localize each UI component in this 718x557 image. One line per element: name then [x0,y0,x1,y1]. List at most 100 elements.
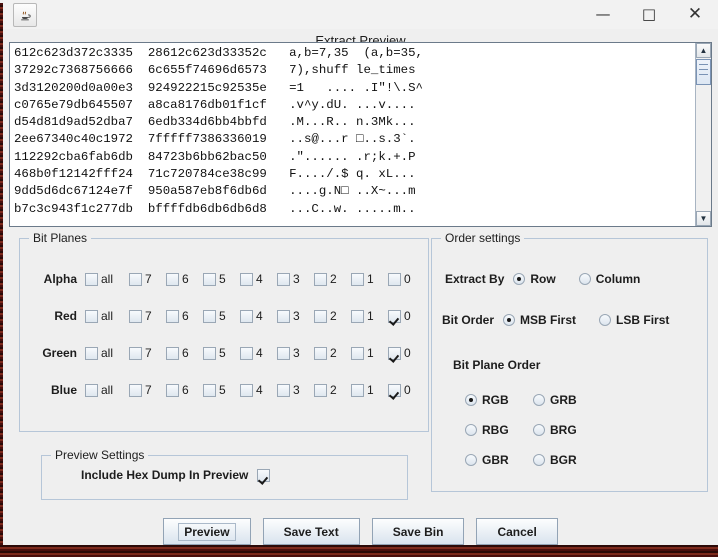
bit-plane-cell-alpha-all[interactable]: all [85,272,129,286]
maximize-button[interactable]: □ [626,0,672,28]
bit-plane-cell-green-2[interactable]: 2 [314,346,351,360]
bit-plane-cell-alpha-7[interactable]: 7 [129,272,166,286]
bit-order-option-msb[interactable]: MSB First [503,313,576,327]
bit-plane-cell-green-5[interactable]: 5 [203,346,240,360]
checkbox-red-all[interactable] [85,309,98,323]
preview-vertical-scrollbar[interactable]: ▲ ▼ [695,43,711,226]
bit-plane-cell-red-5[interactable]: 5 [203,309,240,323]
bit-plane-order-option-rgb[interactable]: RGB [465,393,509,407]
checkbox-green-0[interactable] [388,346,401,360]
bit-plane-cell-red-1[interactable]: 1 [351,309,388,323]
cancel-button[interactable]: Cancel [476,518,558,545]
bit-plane-cell-green-3[interactable]: 3 [277,346,314,360]
checkbox-blue-0[interactable] [388,383,401,397]
bit-plane-cell-blue-7[interactable]: 7 [129,383,166,397]
bit-plane-cell-blue-all[interactable]: all [85,383,129,397]
radio-bit-plane-order-grb[interactable] [533,394,545,406]
bit-plane-cell-alpha-0[interactable]: 0 [388,272,425,286]
bit-plane-cell-blue-4[interactable]: 4 [240,383,277,397]
radio-bit-plane-order-rbg[interactable] [465,424,477,436]
bit-plane-cell-red-7[interactable]: 7 [129,309,166,323]
bit-plane-cell-red-all[interactable]: all [85,309,129,323]
checkbox-green-4[interactable] [240,346,253,360]
bit-plane-cell-green-1[interactable]: 1 [351,346,388,360]
bit-plane-cell-green-7[interactable]: 7 [129,346,166,360]
bit-plane-cell-alpha-5[interactable]: 5 [203,272,240,286]
bit-order-option-lsb[interactable]: LSB First [599,313,669,327]
checkbox-blue-1[interactable] [351,383,364,397]
include-hex-dump-row[interactable]: Include Hex Dump In Preview [81,468,271,482]
radio-bit-plane-order-gbr[interactable] [465,454,477,466]
checkbox-alpha-4[interactable] [240,272,253,286]
checkbox-blue-5[interactable] [203,383,216,397]
checkbox-alpha-3[interactable] [277,272,290,286]
checkbox-alpha-all[interactable] [85,272,98,286]
checkbox-red-2[interactable] [314,309,327,323]
checkbox-red-1[interactable] [351,309,364,323]
checkbox-blue-6[interactable] [166,383,179,397]
bit-plane-order-option-brg[interactable]: BRG [533,423,577,437]
preview-button[interactable]: Preview [163,518,251,545]
checkbox-alpha-2[interactable] [314,272,327,286]
checkbox-red-3[interactable] [277,309,290,323]
bit-plane-cell-alpha-4[interactable]: 4 [240,272,277,286]
bit-plane-cell-green-all[interactable]: all [85,346,129,360]
checkbox-alpha-5[interactable] [203,272,216,286]
bit-plane-order-option-bgr[interactable]: BGR [533,453,577,467]
radio-extract-by-column[interactable] [578,273,591,285]
bit-plane-cell-blue-3[interactable]: 3 [277,383,314,397]
checkbox-green-6[interactable] [166,346,179,360]
bit-plane-cell-blue-0[interactable]: 0 [388,383,425,397]
extract-by-option-column[interactable]: Column [578,272,640,286]
scroll-down-arrow-icon[interactable]: ▼ [696,211,711,226]
bit-plane-order-option-gbr[interactable]: GBR [465,453,509,467]
bit-plane-cell-green-6[interactable]: 6 [166,346,203,360]
checkbox-green-1[interactable] [351,346,364,360]
scrollbar-thumb[interactable] [696,59,711,85]
bit-plane-cell-alpha-2[interactable]: 2 [314,272,351,286]
bit-plane-order-option-grb[interactable]: GRB [533,393,577,407]
bit-plane-order-option-rbg[interactable]: RBG [465,423,509,437]
checkbox-blue-7[interactable] [129,383,142,397]
bit-plane-cell-red-3[interactable]: 3 [277,309,314,323]
bit-plane-cell-alpha-3[interactable]: 3 [277,272,314,286]
checkbox-green-2[interactable] [314,346,327,360]
bit-plane-cell-red-0[interactable]: 0 [388,309,425,323]
bit-plane-cell-red-6[interactable]: 6 [166,309,203,323]
checkbox-alpha-0[interactable] [388,272,401,286]
checkbox-blue-4[interactable] [240,383,253,397]
bit-plane-cell-alpha-6[interactable]: 6 [166,272,203,286]
checkbox-green-5[interactable] [203,346,216,360]
close-button[interactable]: ✕ [672,0,718,28]
save-bin-button[interactable]: Save Bin [371,518,465,545]
bit-plane-cell-green-0[interactable]: 0 [388,346,425,360]
checkbox-blue-3[interactable] [277,383,290,397]
checkbox-alpha-7[interactable] [129,272,142,286]
checkbox-red-6[interactable] [166,309,179,323]
bit-plane-cell-alpha-1[interactable]: 1 [351,272,388,286]
scroll-up-arrow-icon[interactable]: ▲ [696,43,711,58]
checkbox-red-4[interactable] [240,309,253,323]
bit-plane-cell-blue-6[interactable]: 6 [166,383,203,397]
checkbox-alpha-1[interactable] [351,272,364,286]
checkbox-blue-all[interactable] [85,383,98,397]
checkbox-green-3[interactable] [277,346,290,360]
radio-bit-order-lsb[interactable] [599,314,612,326]
extract-by-option-row[interactable]: Row [513,272,556,286]
bit-plane-cell-blue-1[interactable]: 1 [351,383,388,397]
radio-bit-order-msb[interactable] [503,314,516,326]
checkbox-blue-2[interactable] [314,383,327,397]
radio-bit-plane-order-rgb[interactable] [465,394,477,406]
checkbox-red-7[interactable] [129,309,142,323]
bit-plane-cell-red-4[interactable]: 4 [240,309,277,323]
checkbox-include-hex-dump[interactable] [257,468,271,482]
checkbox-alpha-6[interactable] [166,272,179,286]
hex-dump-textarea[interactable]: 612c623d372c3335 28612c623d33352c a,b=7,… [10,43,695,226]
bit-plane-cell-red-2[interactable]: 2 [314,309,351,323]
bit-plane-cell-green-4[interactable]: 4 [240,346,277,360]
checkbox-red-0[interactable] [388,309,401,323]
radio-extract-by-row[interactable] [513,273,526,285]
radio-bit-plane-order-bgr[interactable] [533,454,545,466]
checkbox-green-all[interactable] [85,346,98,360]
checkbox-green-7[interactable] [129,346,142,360]
